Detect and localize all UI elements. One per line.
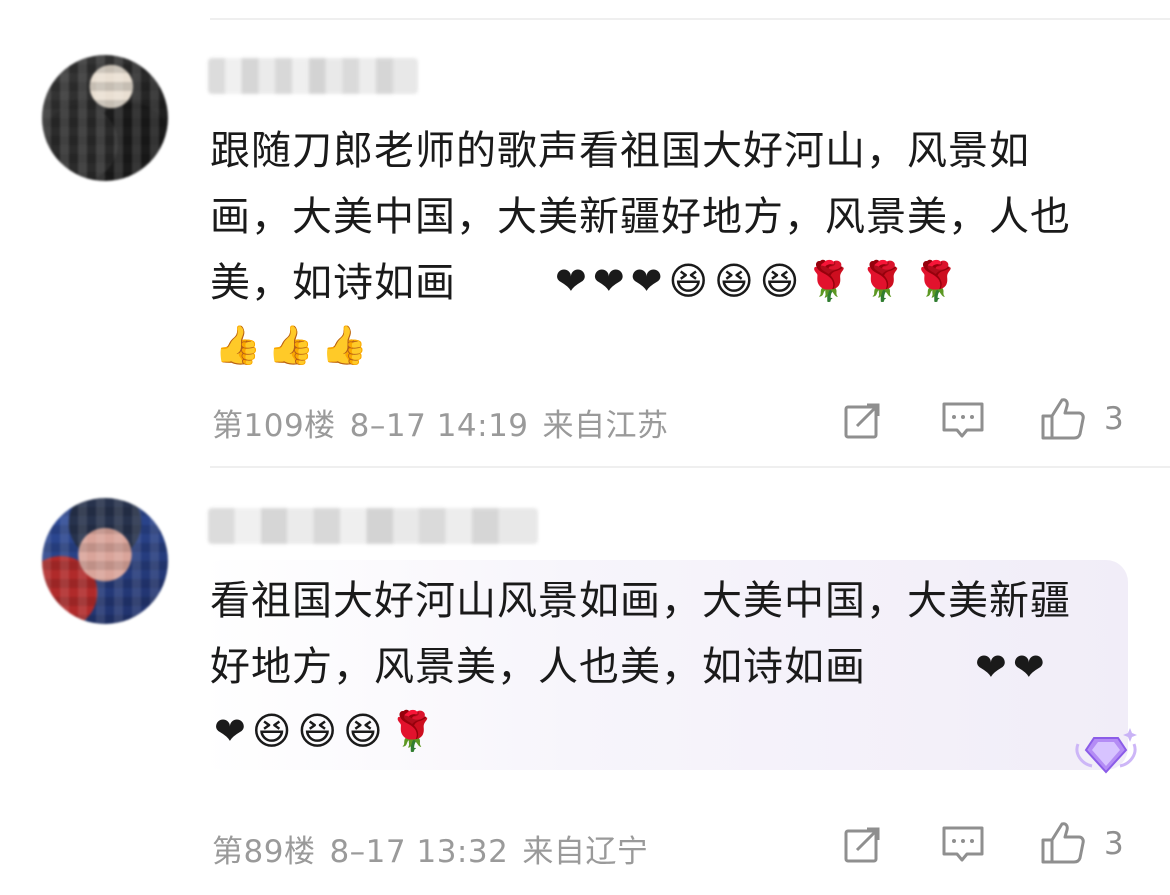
thumbs-up-icon [1041,398,1085,440]
like-count: 3 [1104,826,1124,862]
share-icon [844,403,880,439]
emoji-row-2: 👍👍👍 [214,323,374,367]
comment-meta: 第109楼 8–17 14:19 来自江苏 [212,400,683,445]
top-divider [210,18,1170,20]
thumbs-up-icon [1041,822,1085,864]
avatar[interactable] [42,498,168,624]
username-blurred[interactable] [208,58,418,94]
emoji-row: ❤❤ [975,645,1051,689]
share-button[interactable] [840,822,886,868]
like-button[interactable] [1040,396,1086,442]
comment-emoji-line: ❤❤ [975,634,1135,700]
comment-divider [210,466,1170,468]
timestamp: 8–17 13:32 [329,834,509,870]
comment-emoji-line-2: ❤😆😆😆🌹 [214,698,814,764]
comment-emoji-line: ❤❤❤😆😆😆🌹🌹🌹 [555,248,1155,314]
diamond-badge-icon [1072,724,1140,778]
floor-number: 第109楼 [212,408,336,444]
like-button[interactable] [1040,820,1086,866]
timestamp: 8–17 14:19 [349,408,529,444]
ip-location: 来自辽宁 [522,834,649,870]
reply-button[interactable] [940,398,986,444]
share-icon [844,827,880,863]
like-count: 3 [1104,401,1124,437]
comment-icon [942,826,984,862]
ip-location: 来自江苏 [542,408,669,444]
reply-button[interactable] [940,822,986,868]
username-blurred[interactable] [208,508,538,544]
comment-emoji-line-2: 👍👍👍 [214,312,814,378]
avatar[interactable] [42,55,168,181]
share-button[interactable] [840,398,886,444]
emoji-row: ❤❤❤😆😆😆🌹🌹🌹 [555,259,966,303]
floor-number: 第89楼 [212,834,316,870]
comment-icon [942,402,984,438]
comment-meta: 第89楼 8–17 13:32 来自辽宁 [212,826,662,871]
emoji-row-2: ❤😆😆😆🌹 [214,709,442,753]
